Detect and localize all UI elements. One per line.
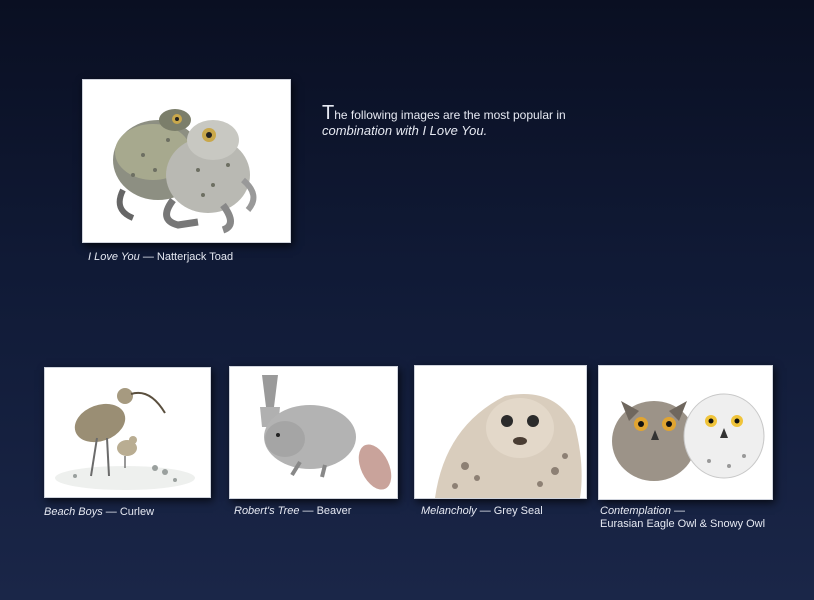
featured-title: I Love You [88, 251, 140, 263]
intro-drop-cap: T [322, 102, 335, 124]
gallery-title-curlew: Beach Boys [44, 506, 103, 518]
featured-subtitle: — Natterjack Toad [139, 251, 234, 263]
gallery-subtitle-seal: — Grey Seal [476, 505, 543, 517]
featured-caption: I Love You — Natterjack Toad [88, 251, 233, 264]
curlew-illustration-icon [45, 368, 210, 497]
beaver-illustration-icon [230, 367, 397, 498]
gallery-caption-curlew: Beach Boys — Curlew [44, 506, 154, 519]
intro-text: The following images are the most popula… [322, 102, 602, 139]
gallery-subtitle-curlew: — Curlew [102, 506, 155, 518]
gallery-caption-beaver: Robert's Tree — Beaver [234, 505, 351, 518]
gallery-card-seal[interactable] [414, 365, 587, 499]
gallery-card-owls[interactable] [598, 365, 773, 500]
gallery-title-seal: Melancholy [421, 505, 477, 517]
gallery-title-owls: Contemplation [600, 505, 671, 517]
gallery-subtitle-owls: — [670, 505, 685, 517]
gallery-card-beaver[interactable] [229, 366, 398, 499]
gallery-card-curlew[interactable] [44, 367, 211, 498]
gallery-caption-owls: Contemplation — Eurasian Eagle Owl & Sno… [600, 505, 765, 531]
toads-illustration-icon [83, 80, 290, 242]
intro-line-2: combination with I Love You. [322, 123, 488, 138]
gallery-line2-owls: Eurasian Eagle Owl & Snowy Owl [600, 518, 766, 530]
seal-illustration-icon [415, 366, 586, 498]
gallery-title-beaver: Robert's Tree [234, 505, 300, 517]
owls-illustration-icon [599, 366, 772, 499]
intro-line-1: he following images are the most popular… [334, 108, 566, 122]
gallery-caption-seal: Melancholy — Grey Seal [421, 505, 543, 518]
featured-card-toads[interactable] [82, 79, 291, 243]
gallery-subtitle-beaver: — Beaver [299, 505, 352, 517]
